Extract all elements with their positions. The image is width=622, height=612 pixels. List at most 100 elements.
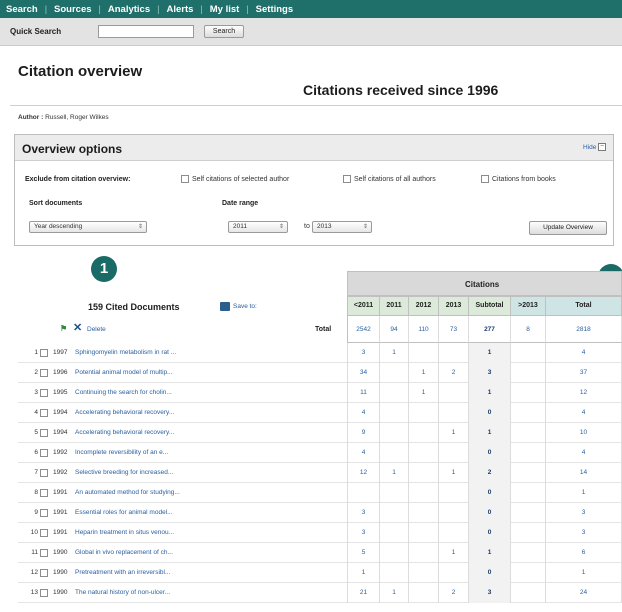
citation-count-cell[interactable] bbox=[409, 583, 439, 603]
citation-count-cell[interactable]: 37 bbox=[546, 363, 622, 383]
collapse-icon[interactable]: − bbox=[598, 143, 606, 151]
date-to-select[interactable]: 2013 ⇕ bbox=[312, 221, 372, 233]
row-checkbox[interactable] bbox=[40, 448, 48, 457]
citation-count-cell[interactable] bbox=[511, 543, 546, 563]
citation-count-cell[interactable] bbox=[511, 483, 546, 503]
document-title-link[interactable]: Heparin treatment in situs venou... bbox=[75, 529, 174, 536]
citation-count-cell[interactable]: 14 bbox=[546, 463, 622, 483]
citation-count-cell[interactable] bbox=[380, 483, 409, 503]
citation-count-cell[interactable]: 12 bbox=[347, 463, 380, 483]
document-title-link[interactable]: Sphingomyelin metabolism in rat ... bbox=[75, 349, 176, 356]
exclude-self-author-option[interactable]: Self citations of selected author bbox=[181, 175, 289, 183]
exclude-all-authors-option[interactable]: Self citations of all authors bbox=[343, 175, 436, 183]
citation-count-cell[interactable]: 1 bbox=[380, 463, 409, 483]
quick-search-input[interactable] bbox=[98, 25, 194, 38]
citation-count-cell[interactable]: 9 bbox=[347, 423, 380, 443]
document-title-link[interactable]: An automated method for studying... bbox=[75, 489, 180, 496]
document-title-link[interactable]: Accelerating behavioral recovery... bbox=[75, 429, 174, 436]
exclude-books-option[interactable]: Citations from books bbox=[481, 175, 556, 183]
citation-count-cell[interactable] bbox=[511, 523, 546, 543]
document-title-link[interactable]: Continuing the search for cholin... bbox=[75, 389, 172, 396]
citation-count-cell[interactable]: 1 bbox=[409, 383, 439, 403]
citation-count-cell[interactable]: 1 bbox=[439, 543, 469, 563]
citation-count-cell[interactable] bbox=[439, 523, 469, 543]
row-checkbox[interactable] bbox=[40, 408, 48, 417]
citation-count-cell[interactable]: 4 bbox=[347, 443, 380, 463]
citation-count-cell[interactable] bbox=[439, 503, 469, 523]
citation-count-cell[interactable] bbox=[439, 403, 469, 423]
document-title-link[interactable]: Incomplete reversibility of an e... bbox=[75, 449, 168, 456]
row-checkbox[interactable] bbox=[40, 548, 48, 557]
citation-count-cell[interactable]: 1 bbox=[439, 463, 469, 483]
citation-count-cell[interactable] bbox=[409, 563, 439, 583]
citation-count-cell[interactable] bbox=[409, 503, 439, 523]
update-overview-button[interactable]: Update Overview bbox=[529, 221, 607, 235]
citation-count-cell[interactable] bbox=[380, 523, 409, 543]
citation-count-cell[interactable] bbox=[380, 423, 409, 443]
nav-item[interactable]: Alerts bbox=[166, 4, 193, 15]
citation-count-cell[interactable] bbox=[511, 363, 546, 383]
nav-item[interactable]: Search bbox=[6, 4, 38, 15]
citation-count-cell[interactable]: 1 bbox=[546, 483, 622, 503]
citation-count-cell[interactable]: 3 bbox=[546, 503, 622, 523]
citation-count-cell[interactable]: 2 bbox=[439, 583, 469, 603]
citation-count-cell[interactable]: 21 bbox=[347, 583, 380, 603]
citation-count-cell[interactable]: 1 bbox=[469, 423, 511, 443]
citation-count-cell[interactable] bbox=[511, 563, 546, 583]
citation-count-cell[interactable]: 1 bbox=[546, 563, 622, 583]
citation-count-cell[interactable]: 11 bbox=[347, 383, 380, 403]
citation-count-cell[interactable]: 1 bbox=[439, 423, 469, 443]
row-checkbox[interactable] bbox=[40, 568, 48, 577]
document-title-link[interactable]: Accelerating behavioral recovery... bbox=[75, 409, 174, 416]
citation-count-cell[interactable]: 0 bbox=[469, 563, 511, 583]
citation-count-cell[interactable]: 6 bbox=[546, 543, 622, 563]
citation-count-cell[interactable] bbox=[409, 443, 439, 463]
citation-count-cell[interactable] bbox=[409, 463, 439, 483]
citation-count-cell[interactable]: 3 bbox=[347, 503, 380, 523]
citation-count-cell[interactable]: 0 bbox=[469, 403, 511, 423]
document-title-link[interactable]: The natural history of non-ulcer... bbox=[75, 589, 170, 596]
citation-count-cell[interactable] bbox=[439, 483, 469, 503]
document-title-link[interactable]: Potential animal model of multip... bbox=[75, 369, 173, 376]
nav-item[interactable]: My list bbox=[210, 4, 240, 15]
citation-count-cell[interactable] bbox=[347, 483, 380, 503]
nav-item[interactable]: Analytics bbox=[108, 4, 150, 15]
checkbox[interactable] bbox=[481, 175, 489, 183]
checkbox[interactable] bbox=[181, 175, 189, 183]
citation-count-cell[interactable] bbox=[511, 403, 546, 423]
row-checkbox[interactable] bbox=[40, 528, 48, 537]
citation-count-cell[interactable] bbox=[511, 503, 546, 523]
nav-item[interactable]: Settings bbox=[256, 4, 293, 15]
citation-count-cell[interactable]: 1 bbox=[380, 583, 409, 603]
citation-count-cell[interactable]: 0 bbox=[469, 443, 511, 463]
citation-count-cell[interactable]: 10 bbox=[546, 423, 622, 443]
citation-count-cell[interactable]: 4 bbox=[546, 403, 622, 423]
citation-count-cell[interactable]: 1 bbox=[347, 563, 380, 583]
citation-count-cell[interactable] bbox=[409, 523, 439, 543]
citation-count-cell[interactable]: 1 bbox=[380, 343, 409, 363]
quick-search-button[interactable]: Search bbox=[204, 25, 244, 38]
document-title-link[interactable]: Essential roles for animal model... bbox=[75, 509, 173, 516]
citation-count-cell[interactable]: 0 bbox=[469, 483, 511, 503]
citation-count-cell[interactable]: 24 bbox=[546, 583, 622, 603]
citation-count-cell[interactable] bbox=[380, 503, 409, 523]
row-checkbox[interactable] bbox=[40, 588, 48, 597]
citation-count-cell[interactable]: 3 bbox=[347, 523, 380, 543]
citation-count-cell[interactable]: 1 bbox=[469, 383, 511, 403]
save-to-link[interactable]: Save to: bbox=[233, 303, 257, 310]
row-checkbox[interactable] bbox=[40, 488, 48, 497]
citation-count-cell[interactable] bbox=[409, 403, 439, 423]
citation-count-cell[interactable] bbox=[511, 343, 546, 363]
sort-select[interactable]: Year descending ⇕ bbox=[29, 221, 147, 233]
citation-count-cell[interactable] bbox=[380, 403, 409, 423]
citation-count-cell[interactable]: 1 bbox=[469, 343, 511, 363]
citation-count-cell[interactable] bbox=[439, 443, 469, 463]
citation-count-cell[interactable]: 2 bbox=[439, 363, 469, 383]
flag-icon[interactable]: ⚑ bbox=[60, 325, 67, 333]
row-checkbox[interactable] bbox=[40, 368, 48, 377]
delete-icon[interactable]: ✕ bbox=[73, 323, 82, 334]
citation-count-cell[interactable]: 3 bbox=[469, 583, 511, 603]
nav-item[interactable]: Sources bbox=[54, 4, 92, 15]
citation-count-cell[interactable] bbox=[380, 443, 409, 463]
citation-count-cell[interactable] bbox=[380, 363, 409, 383]
